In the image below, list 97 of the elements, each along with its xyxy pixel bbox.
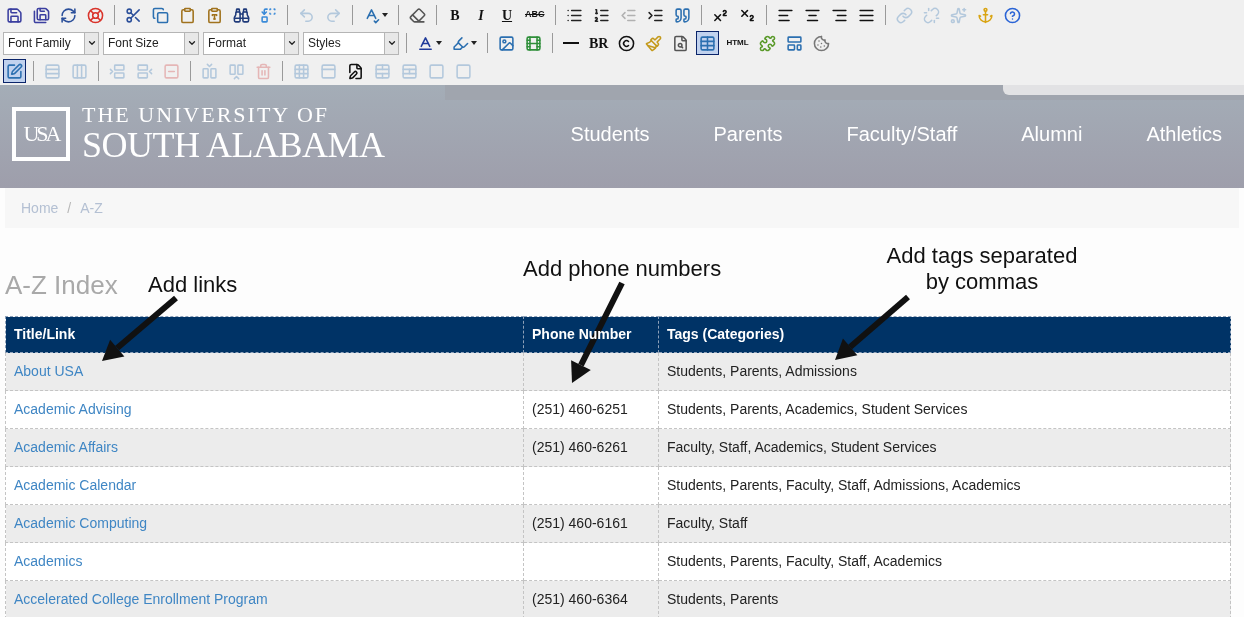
table-grid-icon	[293, 62, 310, 80]
phone-number: (251) 460-6161	[532, 515, 628, 531]
lifebuoy-icon	[87, 6, 104, 24]
tags-text: Students, Parents, Academics, Student Services	[667, 401, 968, 417]
tags-text: Faculty, Staff, Academics, Student Services	[667, 439, 937, 455]
help-icon	[1003, 6, 1021, 24]
columns-icon	[71, 62, 88, 80]
nav-link[interactable]: Alumni	[1021, 118, 1083, 149]
cell-icon	[428, 62, 445, 80]
title-link[interactable]: Academic Advising	[14, 401, 132, 417]
link-icon	[895, 6, 913, 24]
format-dropdown[interactable]: Styles	[303, 31, 399, 55]
undo-icon	[298, 6, 315, 24]
logo-monogram: USA	[12, 106, 70, 161]
redo-icon	[325, 6, 342, 24]
eraser-icon	[409, 6, 426, 24]
edit-icon	[6, 62, 23, 80]
tags-text: Faculty, Staff	[667, 515, 748, 531]
title-link[interactable]: Academic Computing	[14, 515, 148, 531]
tags-text: Students, Parents, Faculty, Staff, Academics	[667, 553, 942, 569]
toolbar-button[interactable]	[3, 59, 26, 83]
caret-icon	[86, 38, 97, 48]
replace-icon	[260, 6, 277, 24]
merge-cells-icon	[374, 62, 391, 80]
save-icon	[6, 6, 23, 24]
tags-text: Students, Parents, Faculty, Staff, Admissions, Academics	[667, 477, 1021, 493]
format-button[interactable]: BR	[586, 31, 612, 55]
phone-number: (251) 460-6364	[532, 591, 628, 607]
nav-link[interactable]: Students	[570, 118, 650, 149]
format-dropdown[interactable]: Font Family	[3, 31, 99, 55]
caret-icon	[286, 38, 297, 48]
format-button[interactable]: ABC	[522, 3, 548, 27]
tags-text: Students, Parents	[667, 591, 779, 607]
save-all-icon	[33, 6, 50, 24]
nav-link[interactable]: Parents	[713, 118, 783, 149]
caret-icon	[436, 41, 442, 45]
image-icon	[498, 34, 515, 52]
nav-link[interactable]: Athletics	[1146, 118, 1222, 149]
annotation-text: Add phone numbers	[523, 255, 722, 283]
preview-icon	[672, 34, 690, 52]
search-field[interactable]	[1003, 85, 1244, 95]
delete-column-icon	[255, 62, 272, 80]
phone-number: (251) 460-6261	[532, 439, 628, 455]
caret-icon	[186, 38, 197, 48]
rows-icon	[44, 62, 61, 80]
spellcheck-icon	[363, 6, 380, 24]
highlight-icon	[452, 34, 469, 52]
format-button[interactable]: I	[470, 3, 492, 27]
unlink-icon	[922, 6, 940, 24]
tags-text: Students, Parents, Admissions	[667, 363, 857, 379]
nav-link[interactable]: Faculty/Staff	[846, 118, 958, 149]
insert-column-before-icon	[201, 62, 218, 80]
plugin-icon	[758, 34, 776, 52]
refresh-icon	[60, 6, 77, 24]
text-color-icon	[417, 34, 434, 52]
cookie-icon	[812, 34, 830, 52]
phone-number: (251) 460-6251	[532, 401, 628, 417]
cell-icon	[455, 62, 472, 80]
caret-icon	[471, 41, 477, 45]
split-cells-icon	[401, 62, 418, 80]
format-dropdown[interactable]: Format	[203, 31, 299, 55]
delete-row-icon	[163, 62, 180, 80]
page-heading: A-Z Index	[5, 272, 118, 298]
title-link[interactable]: Academics	[14, 553, 83, 569]
column-header: Phone Number	[523, 316, 659, 353]
insert-row-after-icon	[136, 62, 153, 80]
annotation-text: Add links	[148, 271, 238, 299]
insert-row-before-icon	[109, 62, 126, 80]
university-name: THE UNIVERSITY OF	[82, 104, 331, 126]
toolbar-button[interactable]	[696, 31, 720, 55]
horizontal-rule-icon	[563, 42, 579, 44]
paste-icon	[179, 6, 196, 24]
caret-icon	[382, 13, 388, 17]
insert-column-after-icon	[228, 62, 245, 80]
binoculars-icon	[233, 6, 250, 24]
format-button[interactable]: B	[444, 3, 466, 27]
table-icon	[699, 34, 717, 52]
quote-icon	[673, 6, 691, 24]
copyright-icon	[618, 34, 636, 52]
brush-icon	[645, 34, 663, 52]
cut-icon	[125, 6, 142, 24]
title-link[interactable]: Academic Affairs	[14, 439, 118, 455]
film-icon	[525, 34, 542, 52]
numbered-list-icon	[592, 6, 610, 24]
title-link[interactable]: About USA	[14, 363, 84, 379]
format-button[interactable]: U	[496, 3, 518, 27]
caret-icon	[386, 38, 397, 48]
breadcrumb-separator: /	[67, 198, 72, 218]
anchor-icon	[976, 6, 994, 24]
copy-icon	[152, 6, 169, 24]
template-icon	[785, 34, 803, 52]
paste-text-icon	[206, 6, 223, 24]
annotation-text: Add tags separated by commas	[885, 243, 1079, 295]
format-button[interactable]: HTML	[723, 31, 752, 55]
university-name: SOUTH ALABAMA	[82, 127, 385, 163]
title-link[interactable]: Academic Calendar	[14, 477, 137, 493]
format-dropdown[interactable]: Font Size	[103, 31, 199, 55]
